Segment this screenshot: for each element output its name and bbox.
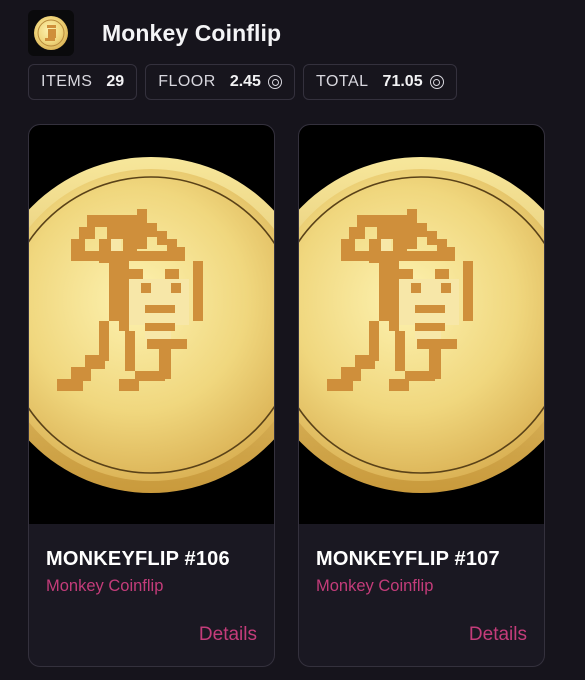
details-link[interactable]: Details <box>469 624 527 646</box>
stat-items: ITEMS 29 <box>28 64 138 100</box>
monkey-coin-image[interactable] <box>299 125 544 524</box>
nft-collection-link[interactable]: Monkey Coinflip <box>316 577 433 596</box>
stat-label: ITEMS <box>41 73 93 90</box>
sol-currency-icon <box>429 75 444 89</box>
stat-total: TOTAL 71.05 <box>302 64 457 100</box>
stat-label: FLOOR <box>158 73 216 90</box>
collection-header: Monkey Coinflip <box>28 10 281 56</box>
stat-label: TOTAL <box>315 73 369 90</box>
nft-card[interactable]: MONKEYFLIP #106 Monkey Coinflip Details <box>28 124 275 667</box>
nft-card[interactable]: MONKEYFLIP #107 Monkey Coinflip Details <box>298 124 545 667</box>
stat-value: 71.05 <box>382 73 423 90</box>
nft-name: MONKEYFLIP #106 <box>46 548 230 570</box>
stat-value: 29 <box>106 73 125 90</box>
stat-floor: FLOOR 2.45 <box>145 64 295 100</box>
stat-value: 2.45 <box>229 73 261 90</box>
sol-currency-icon <box>267 75 282 89</box>
nft-collection-link[interactable]: Monkey Coinflip <box>46 577 163 596</box>
coin-logo-icon <box>28 10 74 56</box>
details-link[interactable]: Details <box>199 624 257 646</box>
collection-title: Monkey Coinflip <box>102 19 282 46</box>
nft-name: MONKEYFLIP #107 <box>316 548 500 570</box>
monkey-coin-image[interactable] <box>29 125 274 524</box>
collection-stats: ITEMS 29 FLOOR 2.45 TOTAL 71.05 <box>28 64 457 100</box>
